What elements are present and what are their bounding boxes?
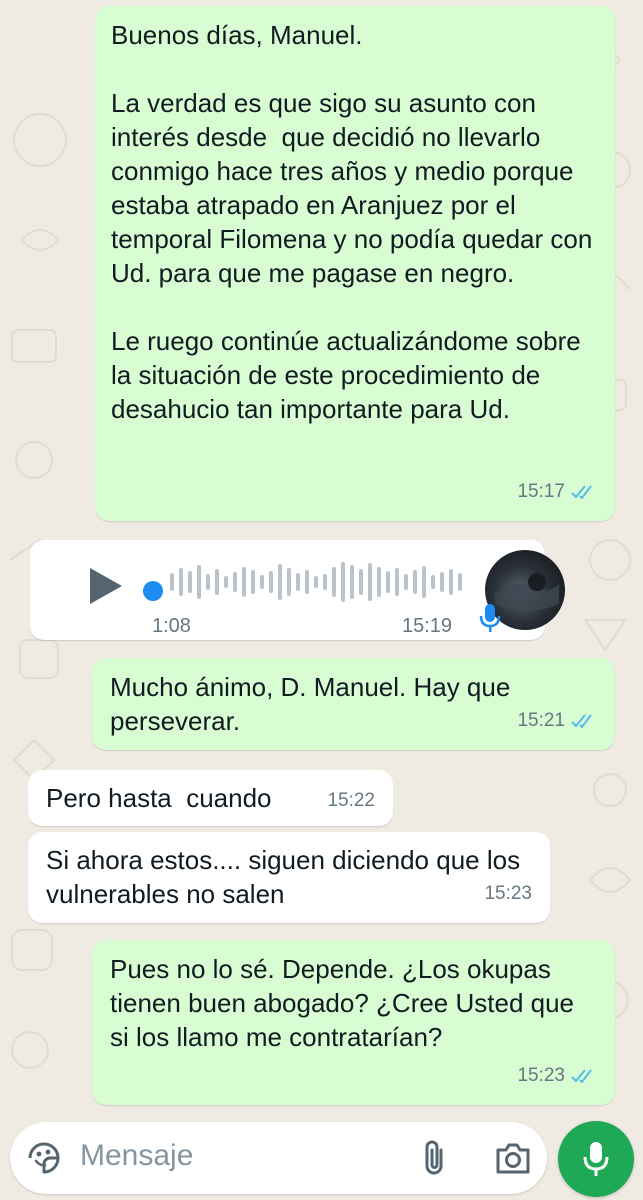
message-meta: 15:21 <box>517 704 597 738</box>
message-time: 15:23 <box>517 1065 565 1086</box>
message-meta: 15:23 <box>517 1059 597 1093</box>
waveform-bar <box>332 567 336 597</box>
waveform-bar <box>323 574 327 590</box>
outgoing-message[interactable]: Pues no lo sé. Depende. ¿Los okupas tien… <box>92 940 615 1105</box>
outgoing-message[interactable]: Buenos días, Manuel. La verdad es que si… <box>95 6 615 521</box>
message-time: 15:19 <box>402 615 453 637</box>
waveform-bar <box>179 568 183 596</box>
waveform-bar <box>287 568 291 596</box>
message-text: Buenos días, Manuel. La verdad es que si… <box>111 20 593 424</box>
message-time: 15:21 <box>517 710 565 731</box>
double-check-icon <box>571 714 592 729</box>
waveform-bar <box>296 573 300 591</box>
double-check-icon <box>571 1069 592 1084</box>
microphone-icon <box>583 1142 609 1176</box>
voice-waveform[interactable] <box>168 558 468 606</box>
message-time: 15:17 <box>517 481 565 502</box>
incoming-voice-message[interactable]: 1:08 15:19 <box>30 540 565 640</box>
conversation[interactable]: Buenos días, Manuel. La verdad es que si… <box>0 0 643 1120</box>
incoming-message[interactable]: Pero hasta cuando 15:22 <box>28 770 393 826</box>
message-text: Si ahora estos.... siguen diciendo que l… <box>46 845 528 909</box>
waveform-bar <box>251 570 255 594</box>
waveform-bar <box>305 570 309 594</box>
waveform-bar <box>278 564 282 600</box>
double-check-icon <box>571 485 592 500</box>
voice-duration: 1:08 <box>152 615 191 637</box>
incoming-message[interactable]: Si ahora estos.... siguen diciendo que l… <box>28 832 550 923</box>
sticker-icon[interactable] <box>26 1140 62 1176</box>
waveform-bar <box>341 562 345 602</box>
message-time: 15:22 <box>327 790 375 811</box>
waveform-bar <box>350 565 354 599</box>
waveform-bar <box>449 569 453 595</box>
camera-icon[interactable] <box>494 1140 532 1176</box>
waveform-bar <box>368 563 372 601</box>
waveform-bar <box>413 570 417 594</box>
waveform-bar <box>242 567 246 597</box>
waveform-bar <box>395 568 399 596</box>
voice-progress-handle[interactable] <box>143 581 163 601</box>
waveform-bar <box>440 572 444 592</box>
message-text: Pues no lo sé. Depende. ¿Los okupas tien… <box>110 954 582 1052</box>
waveform-bar <box>314 576 318 588</box>
waveform-bar <box>188 571 192 593</box>
waveform-bar <box>215 569 219 595</box>
waveform-bar <box>206 574 210 590</box>
waveform-bar <box>458 573 462 591</box>
waveform-bar <box>359 569 363 595</box>
waveform-bar <box>260 575 264 589</box>
waveform-bar <box>233 572 237 592</box>
paperclip-icon[interactable] <box>420 1138 450 1178</box>
microphone-icon <box>479 604 501 632</box>
waveform-bar <box>224 576 228 588</box>
waveform-bar <box>404 574 408 590</box>
waveform-bar <box>377 567 381 597</box>
play-icon[interactable] <box>90 568 122 604</box>
waveform-bar <box>269 571 273 593</box>
waveform-bar <box>197 565 201 599</box>
message-time: 15:23 <box>484 883 532 904</box>
message-meta: 15:17 <box>517 475 597 509</box>
waveform-bar <box>386 571 390 593</box>
message-input[interactable]: Mensaje <box>80 1139 193 1173</box>
voice-record-button[interactable] <box>558 1121 634 1197</box>
message-meta: 15:23 <box>484 877 532 911</box>
waveform-bar <box>170 573 174 591</box>
message-meta: 15:22 <box>327 784 375 818</box>
outgoing-message[interactable]: Mucho ánimo, D. Manuel. Hay que persever… <box>92 658 615 750</box>
message-composer[interactable]: Mensaje <box>10 1122 547 1194</box>
waveform-bar <box>422 566 426 598</box>
waveform-bar <box>431 575 435 589</box>
